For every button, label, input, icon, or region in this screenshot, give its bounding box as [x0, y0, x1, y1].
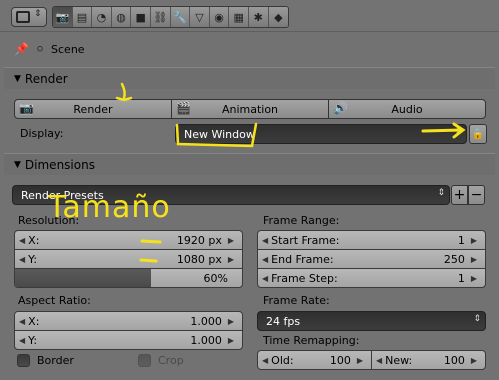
- arrow-right-icon[interactable]: ▶: [471, 356, 477, 365]
- dimensions-panel-title: Dimensions: [24, 157, 95, 172]
- border-label: Border: [37, 354, 74, 367]
- pin-icon[interactable]: 📌: [14, 42, 29, 56]
- resolution-percentage-value: 60%: [203, 272, 228, 285]
- resolution-y-field[interactable]: ◀ Y: 1080 px ▶: [14, 249, 243, 269]
- render-layers-icon[interactable]: ▤: [72, 7, 93, 27]
- resolution-percentage-slider[interactable]: 60%: [14, 268, 243, 288]
- texture-icon[interactable]: ▦: [229, 7, 249, 27]
- data-icon[interactable]: ▽: [190, 7, 210, 27]
- breadcrumb: 📌 ⚪ Scene: [14, 40, 85, 58]
- frame-rate-select[interactable]: 24 fps ⇕: [257, 311, 486, 331]
- start-frame-field[interactable]: ◀ Start Frame: 1 ▶: [257, 230, 486, 250]
- resolution-x-field[interactable]: ◀ X: 1920 px ▶: [14, 230, 243, 250]
- crop-label: Crop: [158, 354, 184, 367]
- end-frame-field[interactable]: ◀ End Frame: 250 ▶: [257, 249, 486, 269]
- arrow-right-icon[interactable]: ▶: [471, 255, 477, 264]
- arrow-right-icon[interactable]: ▶: [471, 274, 477, 283]
- time-remap-old-field[interactable]: ◀ Old: 100 ▶: [257, 350, 372, 370]
- material-icon[interactable]: ◉: [209, 7, 230, 27]
- audio-button[interactable]: 🔊 Audio: [328, 99, 486, 119]
- object-constraints-icon[interactable]: ⛓: [150, 7, 171, 27]
- render-button[interactable]: 📷 Render: [14, 99, 172, 119]
- slider-fill: [15, 269, 152, 287]
- chevron-updown-icon: ⇕: [437, 188, 445, 198]
- render-icon[interactable]: 📷: [53, 7, 73, 27]
- time-remapping-label: Time Remapping:: [263, 334, 360, 347]
- chevron-updown-icon: ⇕: [454, 127, 462, 137]
- display-select[interactable]: New Window ⇕: [175, 124, 467, 144]
- modifiers-icon[interactable]: 🔧: [170, 7, 191, 27]
- lock-interface-button[interactable]: 🔒: [469, 124, 487, 144]
- disclosure-triangle-icon: ▼: [14, 159, 21, 170]
- scene-label: Scene: [51, 42, 85, 56]
- properties-editor-icon: [16, 11, 30, 23]
- dimensions-panel-header[interactable]: ▼ Dimensions: [4, 153, 495, 175]
- frame-step-field[interactable]: ◀ Frame Step: 1 ▶: [257, 268, 486, 288]
- chevron-updown-icon: ⇕: [473, 314, 481, 324]
- arrow-right-icon[interactable]: ▶: [357, 356, 363, 365]
- border-checkbox[interactable]: [17, 354, 30, 367]
- display-label: Display:: [20, 127, 64, 140]
- speaker-icon: 🔊: [333, 101, 348, 115]
- physics-icon[interactable]: ◆: [268, 7, 289, 27]
- world-icon[interactable]: ◍: [111, 7, 132, 27]
- editor-type-button[interactable]: ⇕: [11, 7, 47, 27]
- clapperboard-icon: 🎬: [176, 101, 191, 115]
- aspect-y-field[interactable]: ◀ Y: 1.000 ▶: [14, 330, 243, 350]
- arrow-right-icon[interactable]: ▶: [228, 336, 234, 345]
- animation-button[interactable]: 🎬 Animation: [171, 99, 329, 119]
- render-still-icon: 📷: [19, 101, 34, 115]
- frame-rate-label: Frame Rate:: [263, 294, 330, 307]
- arrow-right-icon[interactable]: ▶: [471, 236, 477, 245]
- aspect-ratio-label: Aspect Ratio:: [18, 294, 91, 307]
- annotation-handwritten-text: Tamaño: [48, 190, 171, 225]
- add-preset-button[interactable]: +: [451, 185, 468, 205]
- arrow-right-icon[interactable]: ▶: [228, 236, 234, 245]
- arrow-right-icon[interactable]: ▶: [228, 255, 234, 264]
- render-panel-title: Render: [24, 71, 68, 86]
- context-tabs: 📷 ▤ ◔ ◍ ■ ⛓ 🔧 ▽ ◉ ▦ ✱ ◆: [52, 6, 290, 28]
- scene-icon[interactable]: ◔: [92, 7, 112, 27]
- frame-range-label: Frame Range:: [263, 214, 340, 227]
- particles-icon[interactable]: ✱: [248, 7, 269, 27]
- remove-preset-button[interactable]: −: [468, 185, 485, 205]
- lock-icon: 🔒: [471, 128, 485, 140]
- render-panel-header[interactable]: ▼ Render: [4, 67, 495, 89]
- aspect-x-field[interactable]: ◀ X: 1.000 ▶: [14, 311, 243, 331]
- scene-icon: ⚪: [34, 42, 46, 56]
- arrow-right-icon[interactable]: ▶: [228, 317, 234, 326]
- plus-icon: +: [453, 187, 466, 203]
- chevron-updown-icon: ⇕: [34, 9, 42, 19]
- crop-checkbox[interactable]: [138, 354, 151, 367]
- time-remap-new-field[interactable]: ◀ New: 100 ▶: [371, 350, 486, 370]
- object-icon[interactable]: ■: [131, 7, 151, 27]
- disclosure-triangle-icon: ▼: [14, 73, 21, 84]
- minus-icon: −: [470, 187, 483, 203]
